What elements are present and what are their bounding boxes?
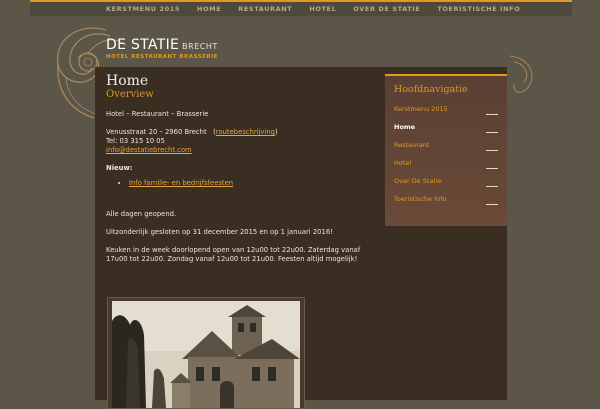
email-link[interactable]: info@destatiebrecht.com bbox=[106, 146, 192, 154]
sidebar-item-restaurant[interactable]: Restaurant bbox=[385, 136, 507, 154]
station-photo bbox=[112, 301, 300, 408]
main-content: Home Overview Hotel – Restaurant – Brass… bbox=[106, 73, 374, 273]
sidebar-item-label: Hotel bbox=[394, 159, 412, 167]
news-list: Info familie- en bedrijfsfeesten bbox=[106, 179, 374, 188]
sidebar-navigation: Hoofdnavigatie Kerstmenu 2015 Home Resta… bbox=[385, 74, 507, 226]
news-link[interactable]: Info familie- en bedrijfsfeesten bbox=[129, 179, 233, 187]
sidebar-divider bbox=[486, 150, 498, 151]
content-text: Hotel – Restaurant – Brasserie Venusstra… bbox=[106, 110, 374, 264]
topnav-toeristische-info[interactable]: TOERISTISCHE INFO bbox=[437, 5, 520, 13]
hours-text: Keuken in de week doorlopend open van 12… bbox=[106, 246, 361, 263]
logo-subtitle: BRECHT bbox=[182, 42, 218, 51]
sidebar-title: Hoofdnavigatie bbox=[394, 84, 468, 95]
sidebar-divider bbox=[486, 168, 498, 169]
sidebar-item-toeristische-info[interactable]: Toeristische Info bbox=[385, 190, 507, 208]
site-logo[interactable]: DE STATIE BRECHT HOTEL RESTAURANT BRASSER… bbox=[106, 34, 218, 60]
intro-line: Hotel – Restaurant – Brasserie bbox=[106, 110, 209, 118]
top-navigation: KERSTMENU 2015 HOME RESTAURANT HOTEL OVE… bbox=[30, 2, 572, 16]
address-line: Venusstraat 20 – 2960 Brecht (routebesch… bbox=[106, 128, 278, 136]
sidebar-item-over-de-statie[interactable]: Over De Statie bbox=[385, 172, 507, 190]
sidebar-item-kerstmenu[interactable]: Kerstmenu 2015 bbox=[385, 100, 507, 118]
photo-frame bbox=[107, 297, 305, 409]
content-panel: Home Overview Hotel – Restaurant – Brass… bbox=[95, 67, 507, 409]
sidebar-item-home[interactable]: Home bbox=[385, 118, 507, 136]
closed-text: Uitzonderlijk gesloten op 31 december 20… bbox=[106, 228, 333, 236]
news-label: Nieuw: bbox=[106, 164, 133, 172]
phone-line: Tel: 03 315 10 05 bbox=[106, 137, 165, 145]
address-text: Venusstraat 20 – 2960 Brecht bbox=[106, 128, 207, 136]
sidebar-divider bbox=[486, 114, 498, 115]
decorative-swirl-right-icon bbox=[509, 55, 533, 93]
page-title: Home bbox=[106, 73, 149, 89]
sidebar-divider bbox=[486, 132, 498, 133]
sidebar-item-label: Over De Statie bbox=[394, 177, 442, 185]
topnav-restaurant[interactable]: RESTAURANT bbox=[238, 5, 292, 13]
sidebar-item-label: Restaurant bbox=[394, 141, 430, 149]
sidebar-divider bbox=[486, 204, 498, 205]
sidebar-item-label: Toeristische Info bbox=[394, 195, 447, 203]
sidebar-item-hotel[interactable]: Hotel bbox=[385, 154, 507, 172]
topnav-home[interactable]: HOME bbox=[197, 5, 221, 13]
route-link[interactable]: routebeschrijving bbox=[216, 128, 275, 136]
sidebar-item-label: Home bbox=[394, 123, 416, 131]
open-text: Alle dagen geopend. bbox=[106, 210, 177, 218]
page-subtitle: Overview bbox=[106, 89, 154, 100]
topnav-hotel[interactable]: HOTEL bbox=[309, 5, 336, 13]
logo-title: DE STATIE bbox=[106, 37, 180, 53]
list-item: Info familie- en bedrijfsfeesten bbox=[129, 179, 374, 188]
station-photo-image bbox=[112, 301, 300, 408]
topnav-kerstmenu[interactable]: KERSTMENU 2015 bbox=[106, 5, 180, 13]
sidebar-item-label: Kerstmenu 2015 bbox=[394, 105, 448, 113]
topnav-over-de-statie[interactable]: OVER DE STATIE bbox=[353, 5, 420, 13]
logo-tagline: HOTEL RESTAURANT BRASSERIE bbox=[106, 54, 218, 60]
sidebar-divider bbox=[486, 186, 498, 187]
